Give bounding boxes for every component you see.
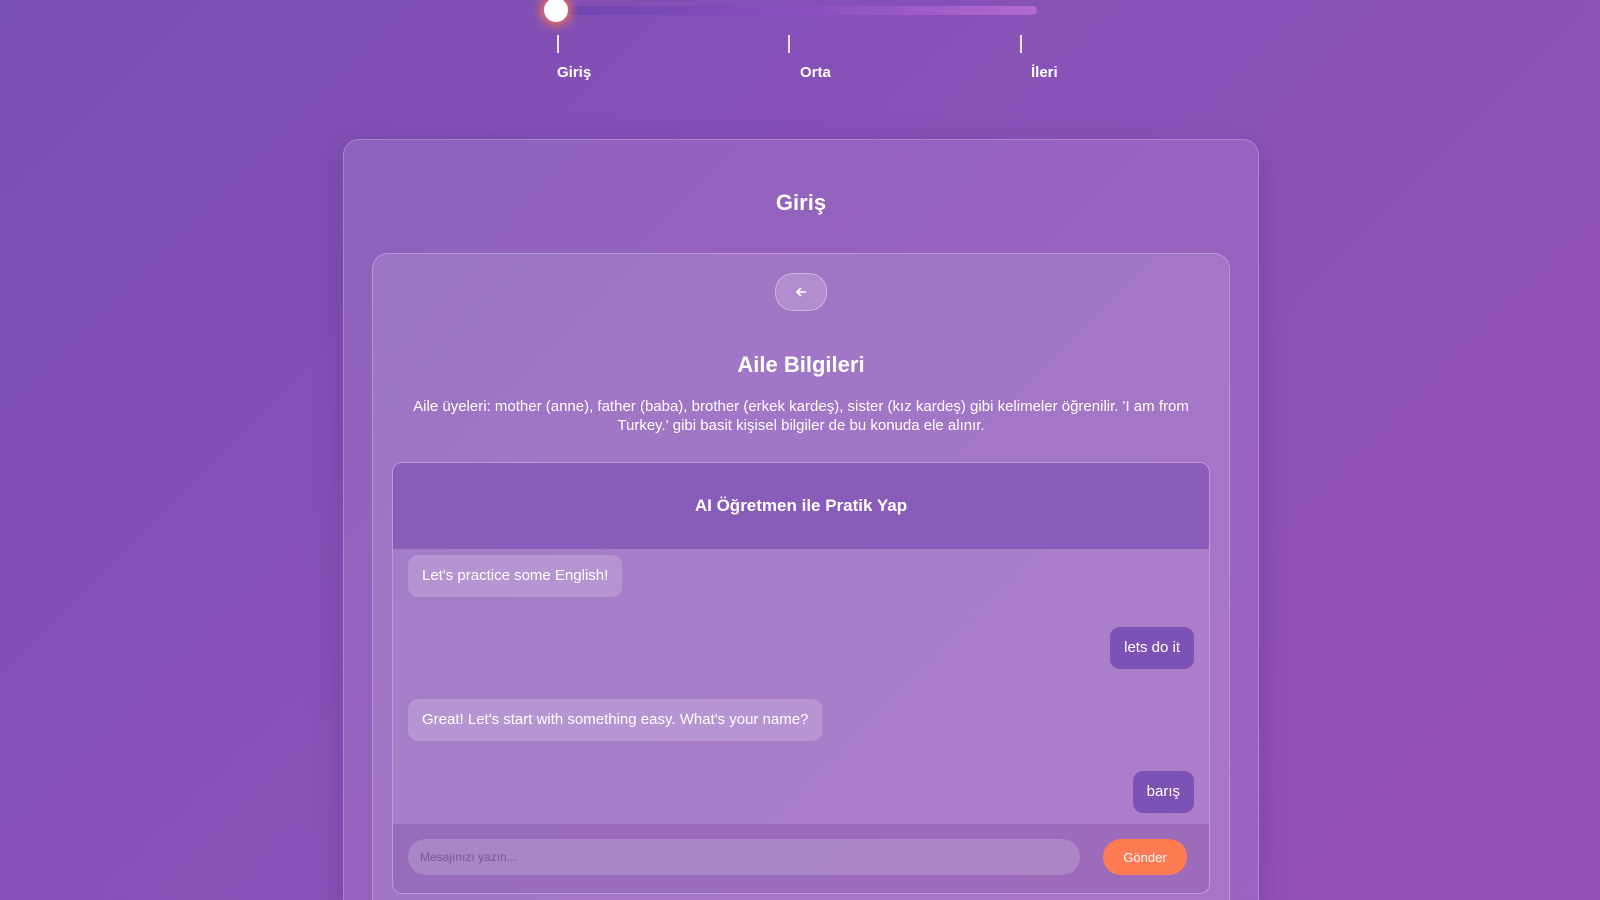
back-button[interactable] — [775, 273, 827, 311]
level-label-intermediate[interactable]: Orta — [800, 64, 831, 81]
topic-description: Aile üyeleri: mother (anne), father (bab… — [413, 398, 1189, 434]
level-slider[interactable]: Giriş Orta İleri — [544, 0, 1058, 100]
chat-message-ai: Great! Let's start with something easy. … — [408, 699, 823, 741]
arrow-left-icon — [795, 286, 807, 298]
slider-thumb[interactable] — [544, 0, 568, 22]
chat-message-ai: Let's practice some English! — [408, 555, 623, 597]
level-tick-intermediate — [788, 35, 790, 53]
level-tick-beginner — [557, 35, 559, 53]
level-label-advanced[interactable]: İleri — [1031, 64, 1058, 81]
chat-message-user: lets do it — [1110, 627, 1194, 669]
topic-card: Aile Bilgileri Aile üyeleri: mother (ann… — [372, 253, 1230, 900]
section-title: Giriş — [775, 190, 827, 215]
message-input[interactable] — [408, 839, 1080, 875]
level-label-beginner[interactable]: Giriş — [557, 64, 591, 81]
chat-message-user: barış — [1132, 771, 1194, 813]
level-tick-advanced — [1020, 35, 1022, 53]
slider-track[interactable] — [567, 6, 1037, 15]
level-card: Giriş Aile Bilgileri Aile üyeleri: mothe… — [343, 139, 1259, 900]
chat-header: AI Öğretmen ile Pratik Yap — [393, 463, 1209, 549]
chat-panel: AI Öğretmen ile Pratik Yap Let's practic… — [392, 462, 1210, 894]
chat-input-bar: Gönder — [393, 824, 1209, 893]
topic-title: Aile Bilgileri — [737, 352, 865, 377]
send-button[interactable]: Gönder — [1103, 839, 1187, 875]
